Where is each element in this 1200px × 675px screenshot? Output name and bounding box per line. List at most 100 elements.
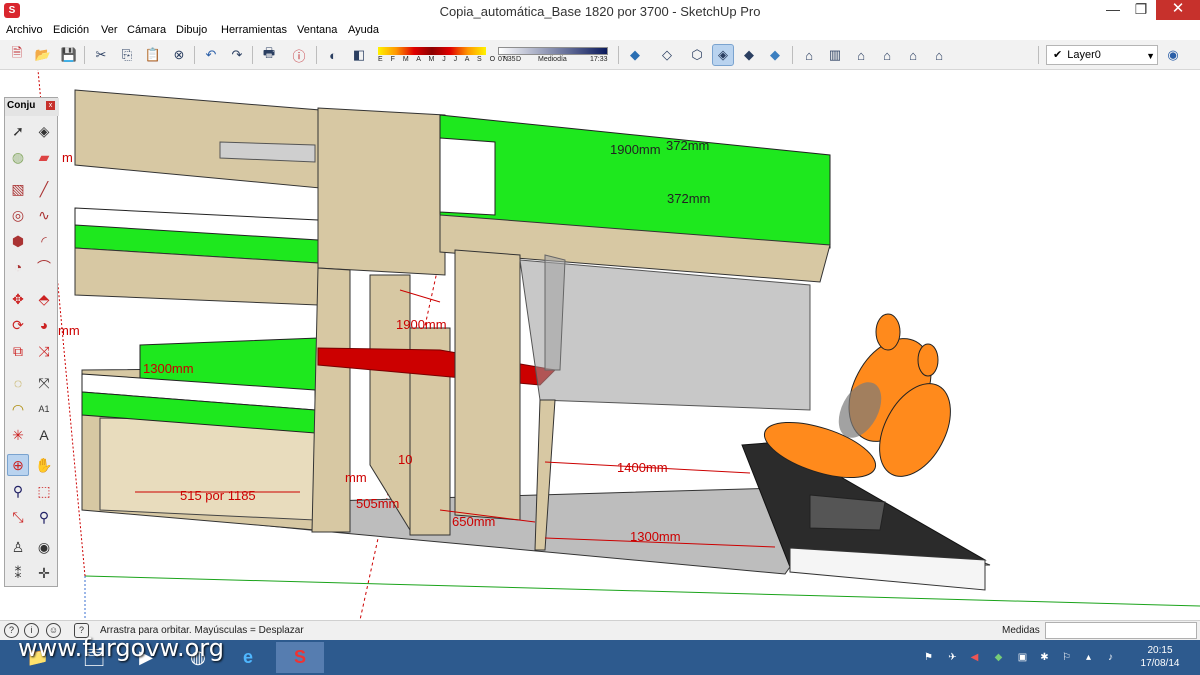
clock-time: 20:15 <box>1147 645 1173 656</box>
shadow-time-slider[interactable] <box>498 47 608 55</box>
internet-explorer-icon[interactable]: e <box>224 642 272 673</box>
shadow-date-slider[interactable] <box>378 47 486 55</box>
move-icon[interactable]: ✥ <box>7 288 29 310</box>
print-icon[interactable]: 🖶 <box>258 44 280 66</box>
rotate-icon[interactable]: ⟳ <box>7 314 29 336</box>
windows-flag-icon[interactable]: ⚑ <box>922 651 935 664</box>
dimension-icon[interactable]: ⤧ <box>33 372 55 394</box>
menu-ver[interactable]: Ver <box>101 24 118 36</box>
xray-icon[interactable]: ◆ <box>624 44 646 66</box>
look-around-icon[interactable]: ◉ <box>33 536 55 558</box>
front-view-icon[interactable]: ⌂ <box>850 44 872 66</box>
copy-icon[interactable]: ⎘ <box>116 44 138 66</box>
device-icon[interactable]: ▣ <box>1016 651 1029 664</box>
eraser-icon[interactable]: ▰ <box>33 146 55 168</box>
nvidia-icon[interactable]: ◆ <box>992 651 1005 664</box>
taskbar-clock[interactable]: 20:15 17/08/14 <box>1134 644 1186 670</box>
back-view-icon[interactable]: ⌂ <box>902 44 924 66</box>
menu-ayuda[interactable]: Ayuda <box>348 24 379 36</box>
polygon-icon[interactable]: ⬢ <box>7 230 29 252</box>
open-icon[interactable]: 📂 <box>32 44 54 66</box>
circle-icon[interactable]: ◎ <box>7 204 29 226</box>
previous-view-icon[interactable]: ⚲ <box>33 506 55 528</box>
pie-icon[interactable]: ◔ <box>7 256 29 278</box>
position-camera-icon[interactable]: ♙ <box>7 536 29 558</box>
section-plane-icon[interactable]: ✛ <box>33 562 55 584</box>
green-axis <box>84 575 1200 607</box>
toolbar-separator <box>194 46 195 64</box>
menu-archivo[interactable]: Archivo <box>6 24 43 36</box>
wireframe-icon[interactable]: ⬡ <box>686 44 708 66</box>
line-icon[interactable]: ╱ <box>33 178 55 200</box>
text-icon[interactable]: A1 <box>33 398 55 420</box>
shaded-icon[interactable]: ◆ <box>738 44 760 66</box>
axes-icon[interactable]: ✳ <box>7 424 29 446</box>
dim-label: 372mm <box>667 191 710 206</box>
toolbar-separator <box>252 46 253 64</box>
offset-icon[interactable]: ⤨ <box>33 340 55 362</box>
component-icon[interactable]: ◈ <box>33 120 55 142</box>
menu-edicion[interactable]: Edición <box>53 24 89 36</box>
orbit-icon[interactable]: ⊕ <box>7 454 29 476</box>
push-pull-icon[interactable]: ⬘ <box>33 288 55 310</box>
back-edges-icon[interactable]: ◇ <box>656 44 678 66</box>
scale-icon[interactable]: ⧉ <box>7 340 29 362</box>
arc-icon[interactable]: ◜ <box>33 230 55 252</box>
undo-icon[interactable]: ↶ <box>200 44 222 66</box>
layer-dropdown[interactable]: ✔ Layer0 ▼ <box>1046 45 1158 65</box>
walk-icon[interactable]: ⁑ <box>7 562 29 584</box>
bluetooth-icon[interactable]: ✱ <box>1038 651 1051 664</box>
action-center-flag-icon[interactable]: ⚐ <box>1060 651 1073 664</box>
pan-icon[interactable]: ✋ <box>33 454 55 476</box>
geo-location-icon[interactable]: ? <box>4 623 19 638</box>
zoom-icon[interactable]: ⚲ <box>7 480 29 502</box>
freehand-icon[interactable]: ∿ <box>33 204 55 226</box>
volume-icon[interactable]: ♪ <box>1104 651 1117 664</box>
dim-label: 10 <box>398 452 412 467</box>
menu-camara[interactable]: Cámara <box>127 24 166 36</box>
zoom-window-icon[interactable]: ⬚ <box>33 480 55 502</box>
protractor-icon[interactable]: ◠ <box>7 398 29 420</box>
shadow-toggle-icon[interactable]: ◐ <box>322 44 344 66</box>
paste-icon[interactable]: 📋 <box>142 44 164 66</box>
fog-icon[interactable]: ◧ <box>348 44 370 66</box>
cut-icon[interactable]: ✂ <box>90 44 112 66</box>
redo-icon[interactable]: ↷ <box>226 44 248 66</box>
measures-input[interactable] <box>1045 622 1197 639</box>
network-tool-icon[interactable]: ✈ <box>946 651 959 664</box>
wifi-icon[interactable]: ▴ <box>1082 651 1095 664</box>
model-info-icon[interactable]: ⓘ <box>288 44 310 66</box>
hidden-line-icon[interactable]: ◈ <box>712 44 734 66</box>
erase-icon[interactable]: ⊗ <box>168 44 190 66</box>
sketchup-taskbar-icon[interactable]: S <box>276 642 324 673</box>
3d-viewport[interactable]: 1900mm 372mm 372mm 1900mm 1300mm 515 por… <box>0 70 1200 620</box>
paint-icon[interactable]: ◍ <box>7 146 29 168</box>
minimize-button[interactable]: — <box>1100 0 1126 20</box>
menu-dibujo[interactable]: Dibujo <box>176 24 207 36</box>
dim-label: mm <box>58 323 80 338</box>
shaded-texture-icon[interactable]: ◆ <box>764 44 786 66</box>
close-button[interactable]: ✕ <box>1156 0 1200 20</box>
toolbar-separator <box>618 46 619 64</box>
close-icon[interactable]: x <box>46 101 55 110</box>
menu-herramientas[interactable]: Herramientas <box>221 24 287 36</box>
select-icon[interactable]: ➚ <box>7 120 29 142</box>
left-view-icon[interactable]: ⌂ <box>928 44 950 66</box>
top-view-icon[interactable]: ▥ <box>824 44 846 66</box>
rectangle-icon[interactable]: ▧ <box>7 178 29 200</box>
iso-view-icon[interactable]: ⌂ <box>798 44 820 66</box>
tape-measure-icon[interactable]: ◌ <box>7 372 29 394</box>
zoom-extents-icon[interactable]: ⤡ <box>7 506 29 528</box>
3d-text-icon[interactable]: A <box>33 424 55 446</box>
arc2-icon[interactable]: ⌒ <box>33 256 55 278</box>
new-icon[interactable]: 🗎 <box>6 44 28 66</box>
dim-label: 1300mm <box>630 529 681 544</box>
right-view-icon[interactable]: ⌂ <box>876 44 898 66</box>
layer-manager-icon[interactable]: ◉ <box>1162 44 1184 66</box>
maximize-button[interactable]: ❐ <box>1128 0 1154 20</box>
menu-ventana[interactable]: Ventana <box>297 24 337 36</box>
speaker-alert-icon[interactable]: ◀ <box>968 651 981 664</box>
follow-me-icon[interactable]: ◕ <box>33 314 55 336</box>
save-icon[interactable]: 💾 <box>58 44 80 66</box>
menu-bar: Archivo Edición Ver Cámara Dibujo Herram… <box>0 22 1200 40</box>
